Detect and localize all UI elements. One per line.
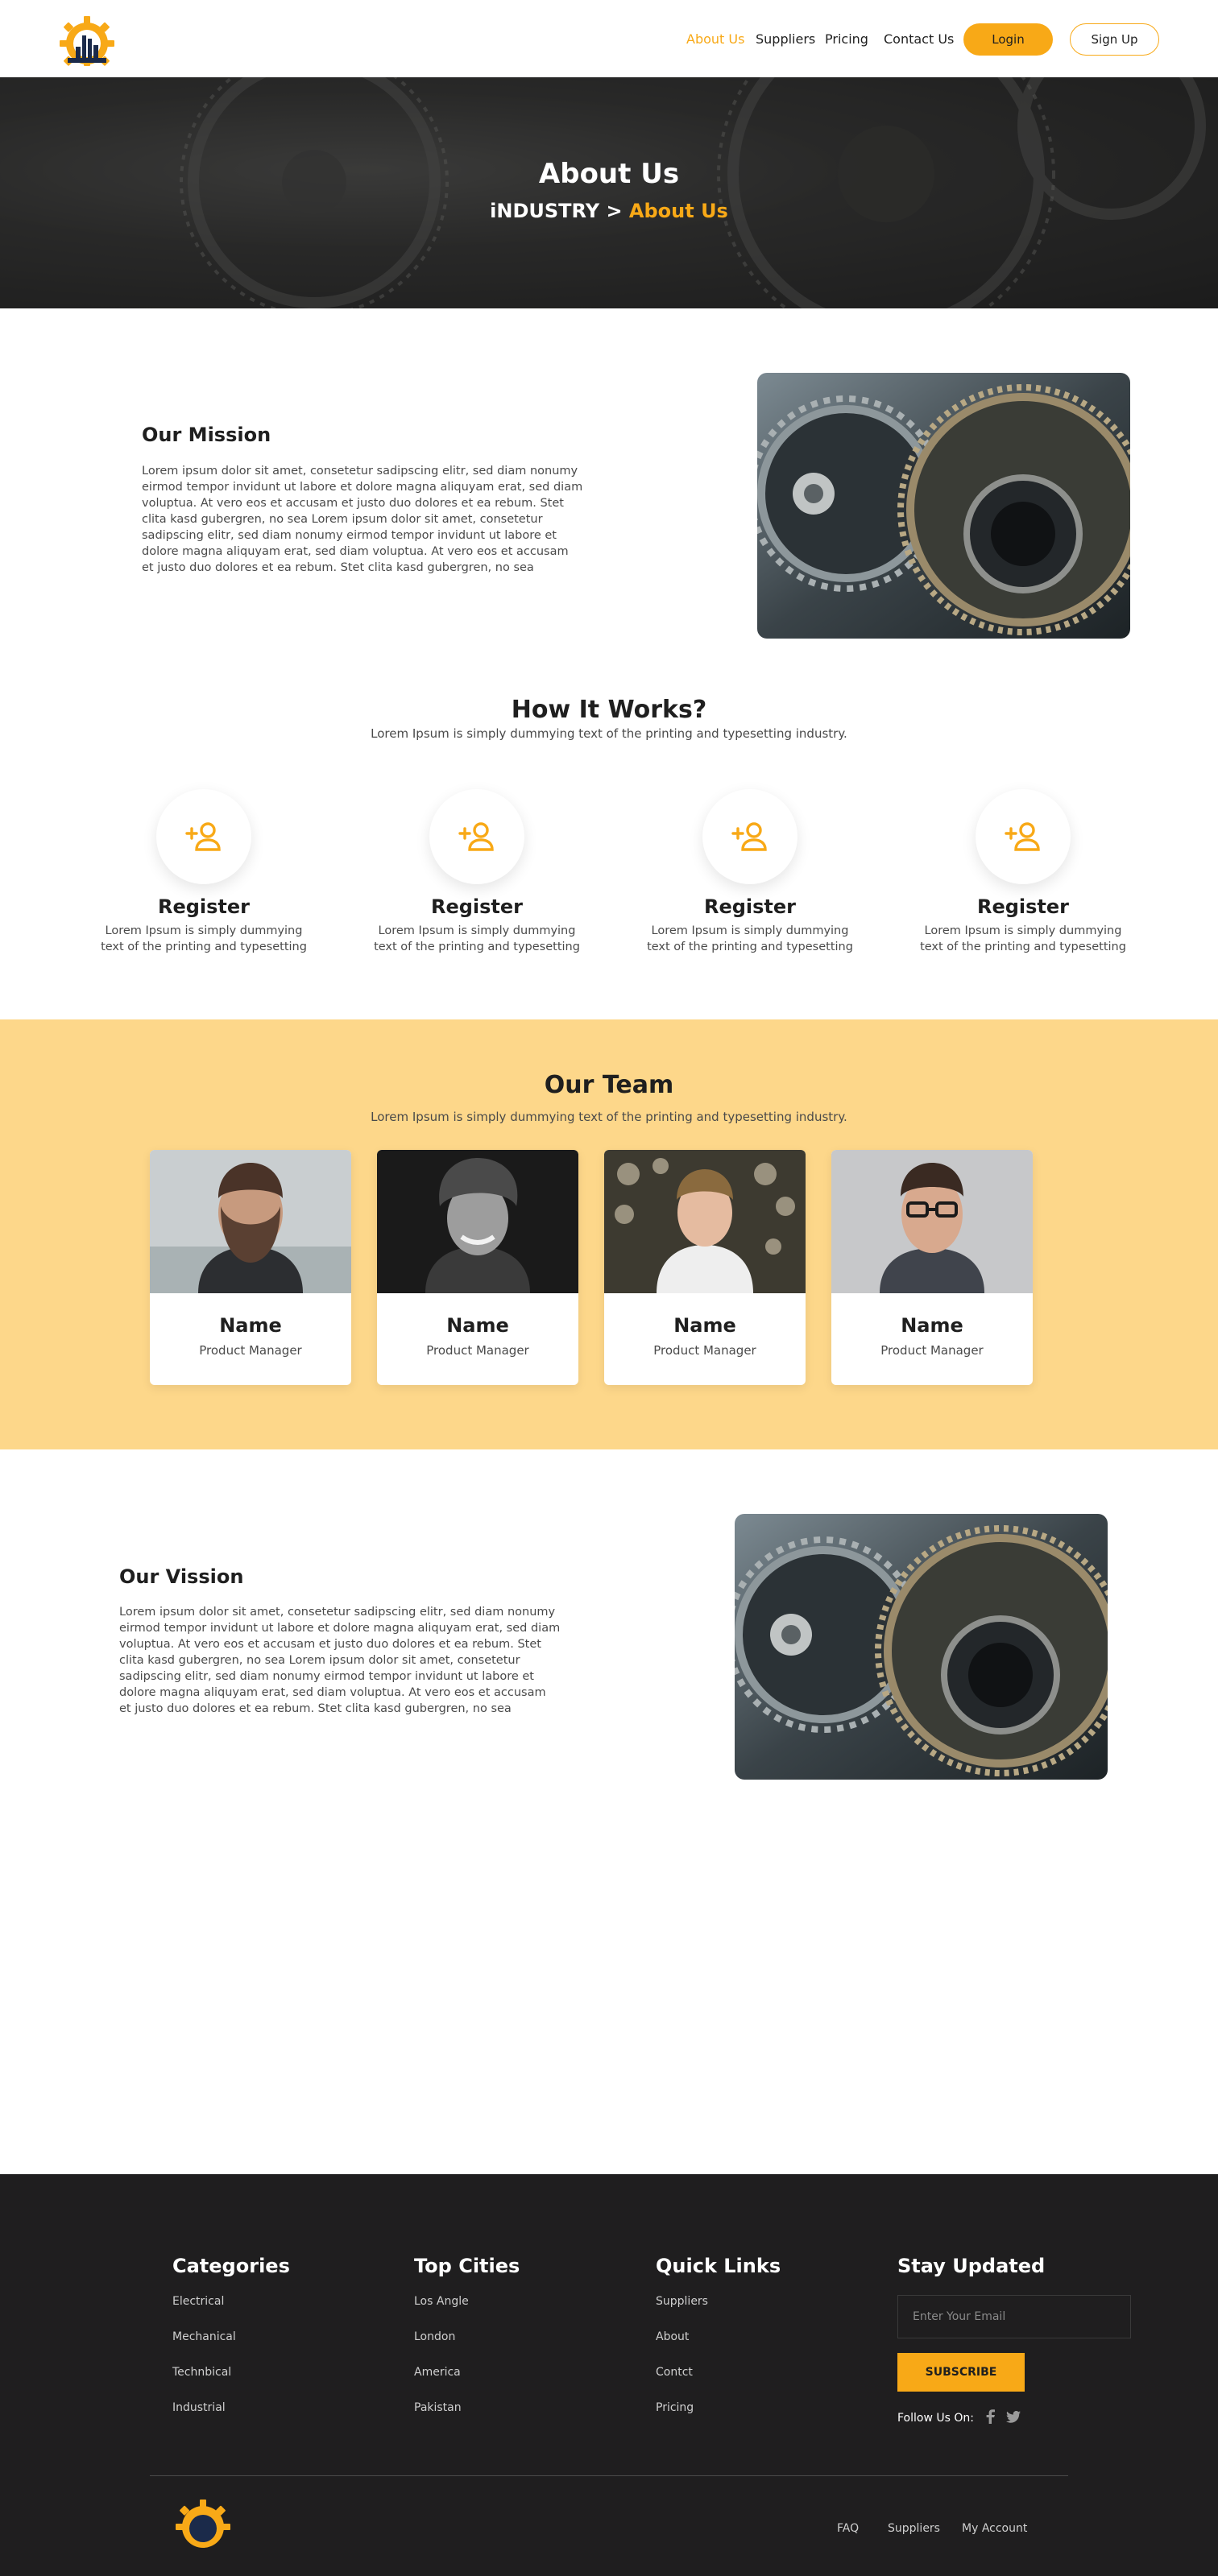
step-card: Register Lorem Ipsum is simply dummying …	[364, 789, 590, 955]
footer-link-los-angle[interactable]: Los Angle	[414, 2295, 520, 2308]
footer-link-pricing[interactable]: Pricing	[656, 2401, 781, 2414]
footer-categories-title: Categories	[172, 2255, 290, 2277]
vision-text: Lorem ipsum dolor sit amet, consetetur s…	[119, 1606, 561, 1715]
breadcrumb-root[interactable]: iNDUSTRY	[490, 200, 599, 222]
facebook-icon[interactable]	[985, 2409, 995, 2427]
team-member-name: Name	[219, 1314, 282, 1337]
subscribe-button[interactable]: SUBSCRIBE	[897, 2353, 1025, 2392]
footer-link-america[interactable]: America	[414, 2366, 520, 2379]
team-member-role: Product Manager	[653, 1343, 756, 1358]
email-input[interactable]: Enter Your Email	[897, 2295, 1131, 2338]
mission-gears-image	[757, 373, 1130, 639]
breadcrumb: iNDUSTRY > About Us	[0, 200, 1218, 222]
step-icon-circle	[156, 789, 251, 884]
step-icon-circle	[702, 789, 798, 884]
footer-link-mechanical[interactable]: Mechanical	[172, 2330, 290, 2343]
footer-quick-links: Quick Links Suppliers About Contct Prici…	[656, 2255, 781, 2437]
team-subtitle: Lorem Ipsum is simply dummying text of t…	[371, 1110, 847, 1124]
team-member-name: Name	[901, 1314, 963, 1337]
breadcrumb-separator: >	[606, 200, 623, 222]
step-card: Register Lorem Ipsum is simply dummying …	[910, 789, 1136, 955]
site-footer: Categories Electrical Mechanical Technbi…	[0, 2174, 1218, 2576]
vision-title: Our Vission	[119, 1565, 244, 1588]
footer-link-suppliers[interactable]: Suppliers	[656, 2295, 781, 2308]
team-member-photo	[150, 1150, 351, 1293]
footer-link-pakistan[interactable]: Pakistan	[414, 2401, 520, 2414]
logo[interactable]	[55, 13, 119, 66]
twitter-icon[interactable]	[1005, 2410, 1021, 2426]
footer-stay-updated-title: Stay Updated	[897, 2255, 1046, 2277]
step-icon-circle	[976, 789, 1071, 884]
follow-us-label: Follow Us On:	[897, 2412, 974, 2425]
footer-link-faq[interactable]: FAQ	[837, 2522, 859, 2535]
footer-link-my-account[interactable]: My Account	[962, 2522, 1027, 2535]
footer-link-about[interactable]: About	[656, 2330, 781, 2343]
footer-link-contact[interactable]: Contct	[656, 2366, 781, 2379]
team-member-card[interactable]: Name Product Manager	[150, 1150, 351, 1385]
team-member-card[interactable]: Name Product Manager	[604, 1150, 806, 1385]
nav-contact-us[interactable]: Contact Us	[884, 31, 954, 47]
nav-suppliers[interactable]: Suppliers	[756, 31, 815, 47]
step-icon-circle	[429, 789, 524, 884]
how-it-works-title: How It Works?	[511, 696, 707, 724]
team-member-role: Product Manager	[426, 1343, 529, 1358]
mission-title: Our Mission	[142, 424, 271, 446]
footer-link-london[interactable]: London	[414, 2330, 520, 2343]
team-member-photo	[831, 1150, 1033, 1293]
page-title: About Us	[538, 158, 680, 190]
step-text: Lorem Ipsum is simply dummying text of t…	[374, 924, 580, 953]
breadcrumb-current: About Us	[628, 200, 728, 222]
step-title: Register	[703, 895, 797, 918]
add-user-icon	[458, 822, 494, 851]
follow-us: Follow Us On:	[897, 2409, 1131, 2427]
login-button[interactable]: Login	[963, 23, 1053, 56]
footer-link-technical[interactable]: Technbical	[172, 2366, 290, 2379]
footer-stay-updated: Stay Updated Enter Your Email SUBSCRIBE …	[897, 2255, 1131, 2427]
team-section: Our Team Lorem Ipsum is simply dummying …	[0, 1019, 1218, 1449]
step-title: Register	[430, 895, 524, 918]
how-it-works-subtitle: Lorem Ipsum is simply dummying text of t…	[371, 726, 847, 741]
footer-cities-title: Top Cities	[414, 2255, 520, 2277]
team-member-photo	[377, 1150, 578, 1293]
step-text: Lorem Ipsum is simply dummying text of t…	[101, 924, 307, 953]
footer-logo[interactable]	[171, 2496, 235, 2549]
site-header: About Us Suppliers Pricing Contact Us Lo…	[0, 0, 1218, 77]
footer-cities: Top Cities Los Angle London America Paki…	[414, 2255, 520, 2437]
add-user-icon	[1005, 822, 1040, 851]
footer-quick-links-title: Quick Links	[656, 2255, 781, 2277]
team-member-role: Product Manager	[199, 1343, 302, 1358]
team-member-photo	[604, 1150, 806, 1293]
step-card: Register Lorem Ipsum is simply dummying …	[637, 789, 863, 955]
step-text: Lorem Ipsum is simply dummying text of t…	[920, 924, 1126, 953]
step-text: Lorem Ipsum is simply dummying text of t…	[647, 924, 853, 953]
add-user-icon	[731, 822, 767, 851]
footer-divider	[150, 2475, 1068, 2476]
step-card: Register Lorem Ipsum is simply dummying …	[91, 789, 317, 955]
hero-overlay	[0, 77, 1218, 308]
footer-link-industrial[interactable]: Industrial	[172, 2401, 290, 2414]
nav-pricing[interactable]: Pricing	[825, 31, 868, 47]
team-title: Our Team	[544, 1071, 674, 1099]
footer-link-electrical[interactable]: Electrical	[172, 2295, 290, 2308]
step-title: Register	[976, 895, 1070, 918]
mission-text: Lorem ipsum dolor sit amet, consetetur s…	[142, 465, 583, 574]
footer-link-suppliers-bottom[interactable]: Suppliers	[888, 2522, 940, 2535]
hero-banner: About Us iNDUSTRY > About Us	[0, 77, 1218, 308]
team-member-name: Name	[673, 1314, 736, 1337]
vision-gears-image	[735, 1514, 1108, 1780]
team-member-name: Name	[446, 1314, 509, 1337]
team-member-card[interactable]: Name Product Manager	[831, 1150, 1033, 1385]
footer-categories: Categories Electrical Mechanical Technbi…	[172, 2255, 290, 2437]
nav-about-us[interactable]: About Us	[686, 31, 744, 47]
signup-button[interactable]: Sign Up	[1070, 23, 1159, 56]
add-user-icon	[185, 822, 221, 851]
team-member-card[interactable]: Name Product Manager	[377, 1150, 578, 1385]
step-title: Register	[157, 895, 251, 918]
team-member-role: Product Manager	[880, 1343, 984, 1358]
